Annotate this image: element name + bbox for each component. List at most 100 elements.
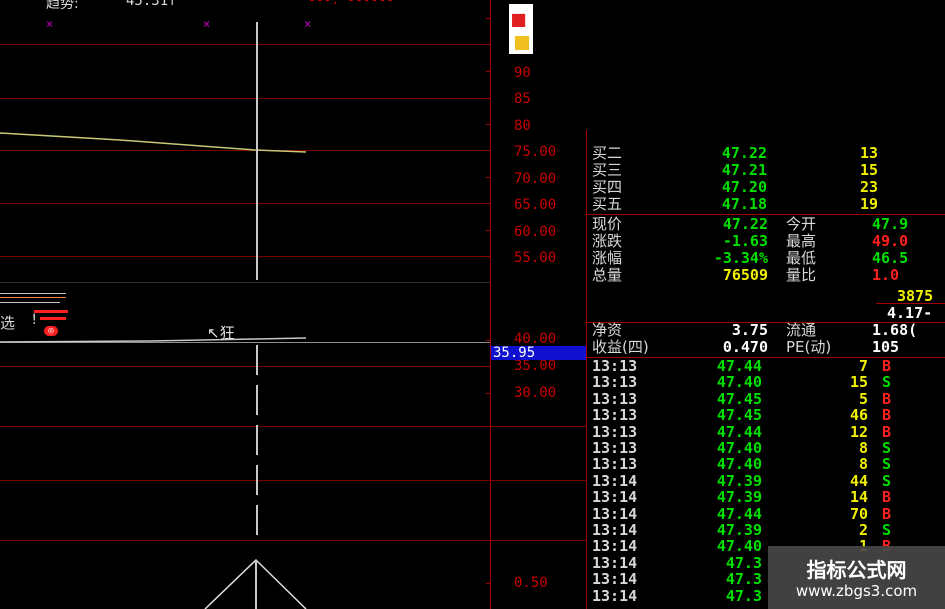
price-line <box>0 132 307 153</box>
tick-time: 13:14 <box>592 553 638 572</box>
axis-tick <box>486 393 491 394</box>
tick-flag: S <box>882 373 892 392</box>
tick-time: 13:13 <box>592 422 638 441</box>
chart-area[interactable]: 趋势: 45.31↑ ---: ------ × × × 90 85 80 75… <box>0 0 587 609</box>
grid-line <box>0 426 586 427</box>
price-axis-line <box>490 0 491 609</box>
stat-value: 76509 <box>722 266 768 284</box>
bid-volume: 13 <box>859 144 878 162</box>
lower-price-line <box>0 337 307 343</box>
grid-line <box>0 480 586 481</box>
tick-price: 47.40 <box>716 537 762 556</box>
bid-volume: 15 <box>859 161 878 179</box>
watermark-title: 指标公式网 <box>806 558 907 582</box>
tick-volume: 44 <box>849 471 868 490</box>
tick-time: 13:14 <box>592 521 638 539</box>
price-axis-label: 55.00 <box>514 250 557 266</box>
tick-price: 47.3 <box>725 586 762 605</box>
tick-time: 13:13 <box>592 455 638 474</box>
tick-volume: 15 <box>849 373 868 392</box>
tick-price: 47.39 <box>716 488 762 507</box>
stat-label: 量比 <box>786 266 817 284</box>
tick-price: 47.44 <box>716 357 762 375</box>
stat-value: -1.63 <box>722 232 768 250</box>
tick-flag: S <box>882 455 892 474</box>
tick-flag: B <box>882 406 892 425</box>
tick-volume: 14 <box>849 488 868 507</box>
stat-value: -3.34% <box>713 249 768 267</box>
tick-flag: B <box>882 488 892 507</box>
section-divider <box>876 303 945 304</box>
stat-value: 1.0 <box>872 266 900 284</box>
tick-price: 47.45 <box>716 406 762 425</box>
stat-value: 4.17- <box>887 304 933 322</box>
tick-flag: B <box>882 357 892 375</box>
crosshair-vertical <box>256 22 258 280</box>
tick-flag: S <box>882 439 892 457</box>
panel-left-border <box>586 130 587 609</box>
grid-line <box>0 540 586 541</box>
tick-price: 47.39 <box>716 471 762 490</box>
stat-label: 最低 <box>786 249 817 267</box>
fundamental-label: 流通 <box>786 321 817 339</box>
tick-price: 47.40 <box>716 455 762 474</box>
price-axis-label: 65.00 <box>514 197 557 213</box>
tick-flag: S <box>882 521 892 539</box>
tick-price: 47.39 <box>716 521 762 539</box>
axis-tick <box>486 366 491 367</box>
quote-header-blank <box>534 0 945 128</box>
bid-volume: 19 <box>859 195 878 213</box>
bid-price: 47.22 <box>721 144 767 162</box>
stat-label: 今开 <box>786 215 817 233</box>
price-axis-label: 30.00 <box>514 385 557 401</box>
tick-time: 13:14 <box>592 488 638 507</box>
tick-time: 13:14 <box>592 537 638 556</box>
tick-volume: 70 <box>849 504 868 523</box>
bid-price: 47.21 <box>721 161 767 179</box>
tick-price: 47.40 <box>716 439 762 457</box>
tick-time: 13:14 <box>592 471 638 490</box>
stat-label: 最高 <box>786 232 817 250</box>
indicator-axis-label: 0.50 <box>514 575 548 591</box>
tick-flag: B <box>882 422 892 441</box>
tick-volume: 7 <box>858 357 868 375</box>
stat-label: 现价 <box>592 215 623 233</box>
bid-price: 47.20 <box>721 178 767 196</box>
stat-label: 涨幅 <box>592 249 623 267</box>
indicator-line <box>204 558 307 609</box>
price-axis-label: 40.00 <box>514 331 557 347</box>
tick-flag: S <box>882 471 892 490</box>
tick-price: 47.3 <box>725 553 762 572</box>
bid-level-label: 买二 <box>592 144 623 162</box>
stat-label: 涨跌 <box>592 232 623 250</box>
stat-value: 47.9 <box>872 215 909 233</box>
grid-line <box>0 366 490 367</box>
bid-level-label: 买三 <box>592 161 623 179</box>
current-price-tag: 35.95 <box>491 346 587 360</box>
stat-value: 46.5 <box>872 249 909 267</box>
fundamental-value: 1.68( <box>872 321 918 339</box>
bid-level-label: 买五 <box>592 195 623 213</box>
stat-label: 总量 <box>592 266 623 284</box>
tick-time: 13:13 <box>592 406 638 425</box>
tick-volume: 5 <box>858 389 868 408</box>
tick-price: 47.40 <box>716 373 762 392</box>
fundamental-label: 净资 <box>592 321 623 339</box>
watermark-url: www.zbgs3.com <box>795 582 918 600</box>
bid-level-label: 买四 <box>592 178 623 196</box>
tick-time: 13:13 <box>592 373 638 392</box>
tick-volume: 46 <box>849 406 868 425</box>
bid-volume: 23 <box>859 178 878 196</box>
tick-flag: B <box>882 389 892 408</box>
tick-price: 47.45 <box>716 389 762 408</box>
tick-time: 13:13 <box>592 389 638 408</box>
fundamental-value: 0.470 <box>722 338 768 356</box>
fundamental-value: 105 <box>872 338 900 356</box>
watermark-box: 指标公式网 www.zbgs3.com <box>768 546 945 609</box>
price-axis-label: 75.00 <box>514 144 557 160</box>
stat-value: 47.22 <box>722 215 768 233</box>
tick-time: 13:14 <box>592 586 638 605</box>
tick-flag: B <box>882 504 892 523</box>
fundamental-label: PE(动) <box>786 338 832 356</box>
chart-annotation: ↖狂 <box>207 324 235 342</box>
